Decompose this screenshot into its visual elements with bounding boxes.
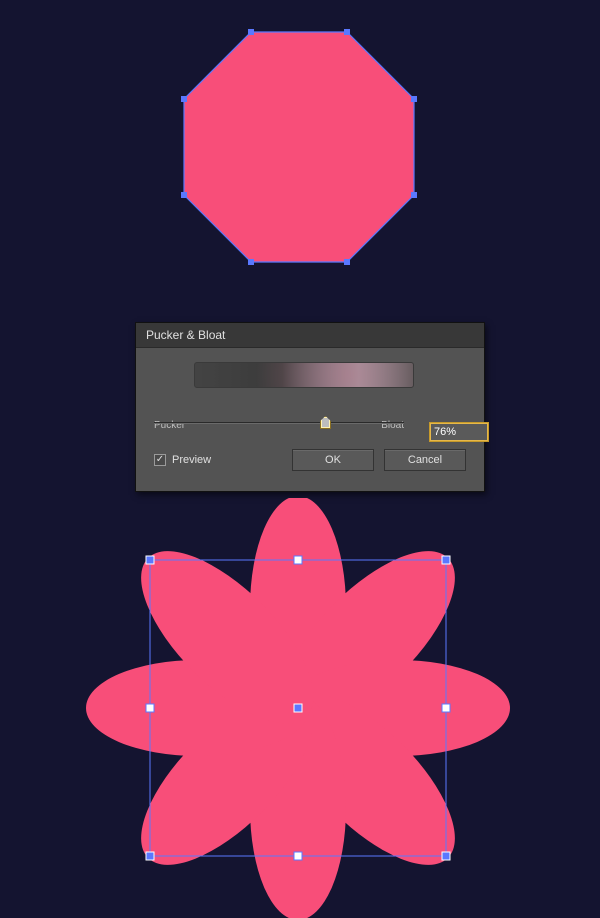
dialog-preview-strip xyxy=(194,362,414,388)
slider-thumb[interactable] xyxy=(320,416,331,429)
canvas-octagon-shape[interactable] xyxy=(174,22,424,272)
slider-value-input[interactable] xyxy=(429,422,489,442)
preview-checkbox-row[interactable]: ✓ Preview xyxy=(154,454,211,466)
preview-checkbox[interactable]: ✓ xyxy=(154,454,166,466)
octagon-polygon xyxy=(184,32,414,262)
slider-track xyxy=(154,422,404,424)
dialog-title: Pucker & Bloat xyxy=(136,323,484,348)
dialog-body: Pucker Bloat xyxy=(136,348,484,431)
cancel-button[interactable]: Cancel xyxy=(384,449,466,471)
octagon-svg xyxy=(174,22,424,272)
canvas-flower-shape[interactable] xyxy=(60,498,536,918)
pucker-bloat-slider[interactable] xyxy=(154,414,414,444)
flower-svg xyxy=(60,498,536,918)
preview-checkbox-label: Preview xyxy=(172,454,211,466)
ok-button[interactable]: OK xyxy=(292,449,374,471)
dialog-controls-area xyxy=(154,362,466,418)
pucker-bloat-dialog: Pucker & Bloat Pucker Bloat ✓ Preview OK… xyxy=(135,322,485,492)
